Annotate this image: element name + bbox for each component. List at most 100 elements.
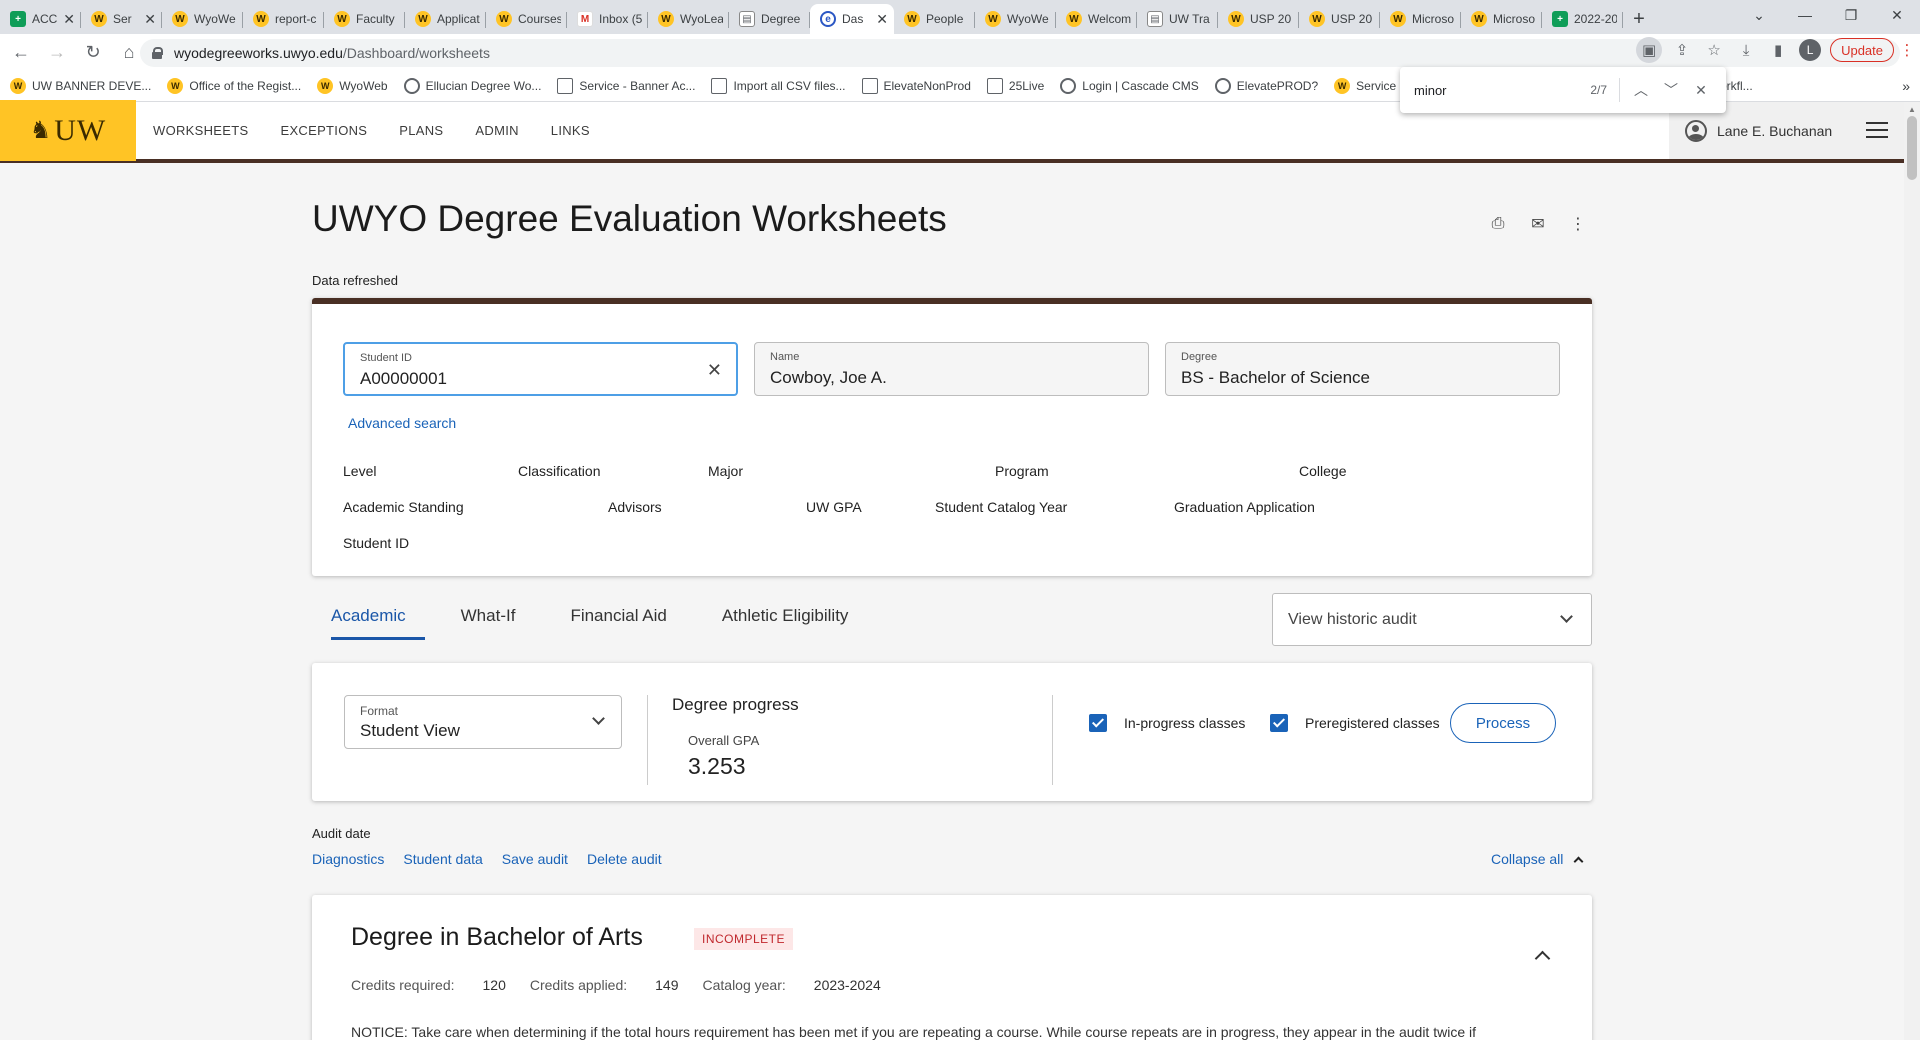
browser-tab[interactable]: W WyoWe — [162, 4, 243, 34]
tab-academic[interactable]: Academic — [312, 596, 425, 640]
browser-tab[interactable]: Wreport-c — [243, 4, 324, 34]
bookmark-item[interactable]: Ellucian Degree Wo... — [403, 77, 542, 94]
scroll-up-icon[interactable]: ▲ — [1908, 105, 1916, 114]
bookmark-label: Ellucian Degree Wo... — [425, 78, 542, 93]
reload-icon[interactable]: ↻ — [78, 37, 108, 67]
browser-tab[interactable]: ▤ Degree — [729, 4, 810, 34]
minimize-icon[interactable]: — — [1782, 0, 1828, 30]
historic-audit-label: View historic audit — [1288, 611, 1417, 628]
student-name-field[interactable]: Name Cowboy, Joe A. — [754, 342, 1149, 396]
browser-tab[interactable]: W Faculty — [324, 4, 405, 34]
clear-icon[interactable]: ✕ — [707, 360, 722, 381]
bookmark-item[interactable]: Import all CSV files... — [711, 77, 846, 94]
process-button[interactable]: Process — [1450, 703, 1556, 743]
attr-graduation-application: Graduation Application — [1174, 499, 1315, 515]
delete-audit-link[interactable]: Delete audit — [587, 851, 662, 867]
close-tab-icon[interactable]: ✕ — [144, 11, 156, 28]
lock-icon[interactable] — [152, 47, 163, 59]
bookmark-label: ElevateNonProd — [883, 78, 971, 93]
find-previous-icon[interactable]: ︿ — [1626, 75, 1656, 105]
bookmark-item[interactable]: ElevatePROD? — [1214, 77, 1319, 94]
student-id-field[interactable]: Student ID A00000001 ✕ — [343, 342, 738, 396]
profile-avatar[interactable]: L — [1794, 36, 1826, 64]
diagnostics-link[interactable]: Diagnostics — [312, 851, 384, 867]
close-tab-icon[interactable]: ✕ — [876, 11, 888, 28]
scrollbar-thumb[interactable] — [1907, 116, 1917, 180]
chevron-up-icon[interactable] — [1534, 950, 1551, 967]
browser-tab[interactable]: ▤ UW Tra — [1137, 4, 1218, 34]
browser-tab[interactable]: +2022-20 — [1542, 4, 1623, 34]
hamburger-menu-icon[interactable] — [1866, 122, 1888, 138]
update-button[interactable]: Update — [1830, 38, 1894, 62]
tab-athletic-eligibility[interactable]: Athletic Eligibility — [722, 596, 868, 640]
format-select[interactable]: Format Student View — [344, 695, 622, 749]
preregistered-checkbox[interactable] — [1270, 714, 1288, 732]
profile-initial: L — [1799, 39, 1822, 61]
bookmark-item[interactable]: Login | Cascade CMS — [1060, 77, 1199, 94]
browser-tab[interactable]: e Das ✕ — [810, 4, 894, 34]
find-next-icon[interactable]: ﹀ — [1656, 75, 1686, 105]
tab-financial-aid[interactable]: Financial Aid — [570, 596, 685, 640]
close-tab-icon[interactable]: ✕ — [63, 11, 75, 28]
browser-tab[interactable]: W People — [894, 4, 975, 34]
historic-audit-select[interactable]: View historic audit — [1272, 593, 1592, 646]
share-icon[interactable]: ⇪ — [1666, 36, 1698, 64]
browser-tab[interactable]: M Inbox (5 — [567, 4, 648, 34]
browser-tab[interactable]: W Ser ✕ — [81, 4, 162, 34]
degree-field[interactable]: Degree BS - Bachelor of Science — [1165, 342, 1560, 396]
inprogress-checkbox[interactable] — [1089, 714, 1107, 732]
bookmark-item[interactable]: ElevateNonProd — [861, 77, 971, 94]
catalog-year-value: 2023-2024 — [813, 977, 881, 993]
browser-tab-label: USP 20 — [1331, 12, 1373, 26]
new-tab-button[interactable]: + — [1623, 4, 1655, 34]
tab-search-icon[interactable]: ⌄ — [1736, 0, 1782, 30]
browser-tab-label: report-c — [275, 12, 317, 26]
browser-tab[interactable]: W USP 20 — [1218, 4, 1299, 34]
browser-tab[interactable]: W Microso — [1380, 4, 1461, 34]
restore-icon[interactable]: ❐ — [1828, 0, 1874, 30]
nav-worksheets[interactable]: WORKSHEETS — [153, 123, 248, 138]
chrome-menu-icon[interactable]: ⋮ — [1898, 36, 1916, 64]
more-options-icon[interactable]: ⋮ — [1558, 212, 1598, 236]
browser-tab[interactable]: W USP 20 — [1299, 4, 1380, 34]
bookmark-item[interactable]: W WyoWeb — [317, 77, 388, 94]
credits-required-value: 120 — [482, 977, 506, 993]
browser-tab[interactable]: W WyoLea — [648, 4, 729, 34]
bookmark-item[interactable]: W Office of the Regist... — [167, 77, 301, 94]
browser-tab[interactable]: W WyoWe — [975, 4, 1056, 34]
download-icon[interactable]: ⤓ — [1730, 36, 1762, 64]
side-panel-icon[interactable]: ▮ — [1762, 36, 1794, 64]
student-data-link[interactable]: Student data — [403, 851, 482, 867]
bookmark-item[interactable]: W UW BANNER DEVE... — [10, 77, 151, 94]
find-close-icon[interactable]: ✕ — [1686, 75, 1716, 105]
uw-logo[interactable]: ♞ UW — [0, 100, 136, 161]
nav-exceptions[interactable]: EXCEPTIONS — [280, 123, 367, 138]
find-in-page-icon[interactable]: ▣ — [1636, 37, 1663, 63]
student-id-input[interactable]: A00000001 — [360, 369, 447, 389]
browser-tab[interactable]: W Microso — [1461, 4, 1542, 34]
nav-links[interactable]: LINKS — [551, 123, 590, 138]
close-window-icon[interactable]: ✕ — [1874, 0, 1920, 30]
save-audit-link[interactable]: Save audit — [502, 851, 568, 867]
bookmark-star-icon[interactable]: ☆ — [1698, 36, 1730, 64]
browser-tab[interactable]: W Courses — [486, 4, 567, 34]
find-input[interactable]: minor — [1414, 83, 1590, 98]
browser-tab-label: Applicat — [437, 12, 480, 26]
nav-admin[interactable]: ADMIN — [475, 123, 518, 138]
page-scrollbar[interactable]: ▲ — [1904, 102, 1920, 1040]
nav-plans[interactable]: PLANS — [399, 123, 443, 138]
back-icon[interactable]: ← — [6, 37, 36, 67]
bookmark-label: ElevatePROD? — [1236, 78, 1319, 93]
forward-icon[interactable]: → — [42, 37, 72, 67]
browser-tab[interactable]: + ACC ✕ — [0, 4, 81, 34]
bookmark-item[interactable]: 25Live — [986, 77, 1044, 94]
tab-what-if[interactable]: What-If — [461, 596, 535, 640]
bookmark-item[interactable]: Service - Banner Ac... — [557, 77, 695, 94]
browser-tab[interactable]: W Applicat — [405, 4, 486, 34]
browser-tab[interactable]: W Welcom — [1056, 4, 1137, 34]
print-icon[interactable]: ⎙ — [1478, 212, 1518, 236]
collapse-all-button[interactable]: Collapse all — [1491, 851, 1584, 867]
bookmarks-overflow-icon[interactable]: » — [1902, 78, 1910, 94]
email-icon[interactable]: ✉ — [1518, 212, 1558, 236]
advanced-search-link[interactable]: Advanced search — [348, 415, 456, 431]
